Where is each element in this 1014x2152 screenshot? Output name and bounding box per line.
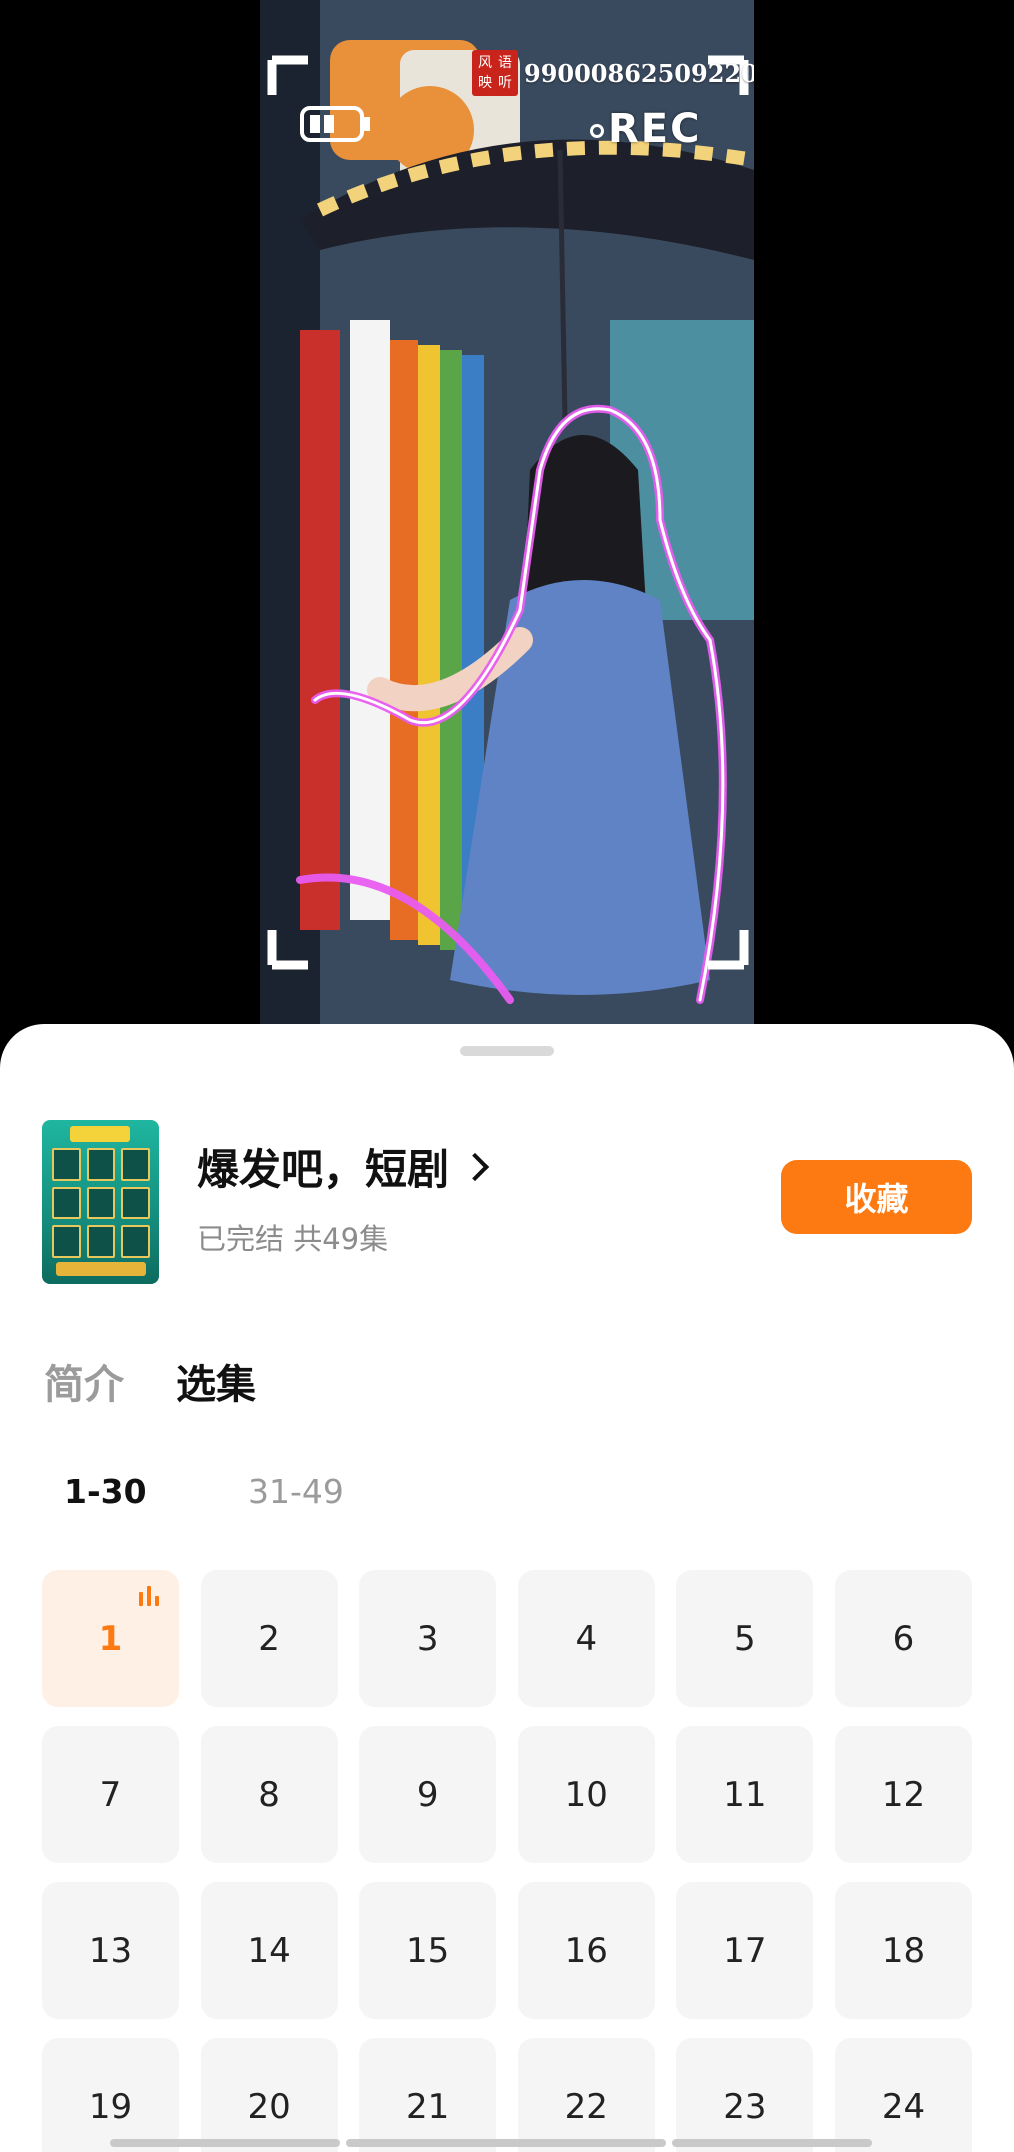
- episode-number: 23: [723, 2086, 767, 2127]
- drama-header: 爆发吧，短剧 已完结 共49集 收藏: [42, 1120, 972, 1286]
- cover-cast-grid: [52, 1148, 150, 1258]
- episode-tile[interactable]: 3: [359, 1570, 497, 1707]
- episode-tile[interactable]: 10: [517, 1726, 655, 1863]
- sheet-drag-handle[interactable]: [460, 1046, 554, 1056]
- episode-number: 19: [88, 2086, 133, 2127]
- cover-banner: [70, 1126, 130, 1142]
- episode-number: 13: [88, 1930, 133, 1971]
- episode-tile[interactable]: 12: [834, 1726, 972, 1863]
- range-1-30[interactable]: 1-30: [64, 1472, 248, 1511]
- episode-tile[interactable]: 15: [359, 1882, 497, 2019]
- episode-tile[interactable]: 21: [359, 2038, 497, 2152]
- episode-number: 16: [564, 1930, 608, 1971]
- episode-number: 12: [881, 1774, 926, 1815]
- chevron-right-icon: [460, 1152, 490, 1181]
- episode-tile[interactable]: 19: [42, 2038, 179, 2152]
- now-playing-icon: [139, 1586, 165, 1606]
- drama-cover-image[interactable]: [42, 1120, 159, 1284]
- episode-tile[interactable]: 5: [676, 1570, 814, 1707]
- episode-tile[interactable]: 11: [676, 1726, 814, 1863]
- seal-logo: 风 语 映 听: [472, 50, 518, 96]
- drama-title-link[interactable]: 爆发吧，短剧: [197, 1136, 490, 1197]
- episode-tile[interactable]: 22: [517, 2038, 655, 2152]
- episode-tile[interactable]: 16: [517, 1882, 655, 2019]
- episode-number: 14: [247, 1930, 291, 1971]
- episode-tile[interactable]: 2: [200, 1570, 338, 1707]
- episode-number: 8: [258, 1774, 280, 1815]
- rec-indicator: REC: [590, 106, 701, 152]
- drama-title: 爆发吧，短剧: [197, 1145, 450, 1194]
- episode-tile[interactable]: 18: [834, 1882, 972, 2019]
- episode-tile[interactable]: 14: [200, 1882, 338, 2019]
- video-scene: [260, 0, 754, 1025]
- episode-tile[interactable]: 17: [676, 1882, 814, 2019]
- episode-number: 20: [247, 2086, 291, 2127]
- drama-status: 已完结 共49集: [197, 1222, 389, 1256]
- episode-number: 18: [881, 1930, 926, 1971]
- episode-tile[interactable]: 4: [517, 1570, 655, 1707]
- episode-tile[interactable]: 1: [42, 1570, 179, 1707]
- episode-number: 24: [881, 2086, 926, 2127]
- favorite-button[interactable]: 收藏: [781, 1160, 972, 1234]
- record-dot-icon: [590, 124, 604, 138]
- episode-number: 15: [406, 1930, 450, 1971]
- episode-tile[interactable]: 6: [834, 1570, 972, 1707]
- channel-watermark: 风 语 映 听 9900086250922000: [472, 50, 754, 96]
- episode-sheet: 爆发吧，短剧 已完结 共49集 收藏 简介 选集 1-30 31-49 1234…: [0, 1024, 1014, 2152]
- episode-number: 22: [564, 2086, 608, 2127]
- episode-tile[interactable]: 13: [42, 1882, 179, 2019]
- video-player-area[interactable]: 风 语 映 听 9900086250922000 REC: [0, 0, 1014, 1040]
- episode-number: 17: [723, 1930, 767, 1971]
- tab-episodes[interactable]: 选集: [176, 1352, 256, 1410]
- episode-tile[interactable]: 9: [359, 1726, 497, 1863]
- episode-range-selector: 1-30 31-49: [64, 1472, 344, 1511]
- episode-number: 7: [99, 1774, 122, 1815]
- tab-intro[interactable]: 简介: [44, 1352, 124, 1410]
- sheet-tabs: 简介 选集: [44, 1352, 256, 1410]
- watermark-code: 9900086250922000: [524, 58, 754, 88]
- episode-number: 21: [406, 2086, 450, 2127]
- episode-number: 3: [416, 1618, 439, 1659]
- rec-label: REC: [608, 106, 702, 152]
- episode-number: 1: [98, 1618, 123, 1659]
- episode-tile[interactable]: 24: [834, 2038, 972, 2152]
- episode-number: 9: [416, 1774, 439, 1815]
- episode-tile[interactable]: 23: [676, 2038, 814, 2152]
- episode-tile[interactable]: 7: [42, 1726, 179, 1863]
- cover-footer: [56, 1262, 146, 1276]
- range-31-49[interactable]: 31-49: [248, 1472, 344, 1511]
- episode-number: 11: [723, 1774, 767, 1815]
- episode-tile[interactable]: 8: [200, 1726, 338, 1863]
- episode-grid: 1 2 3 4 5 6 7 8 9 10 11 12 13 14 15 16 17 18 19 20 21 22 23 24: [42, 1570, 972, 2152]
- episode-number: 2: [258, 1618, 280, 1659]
- episode-number: 5: [734, 1618, 756, 1659]
- episode-number: 4: [575, 1618, 598, 1659]
- home-indicator: [0, 2139, 1014, 2152]
- video-frame[interactable]: 风 语 映 听 9900086250922000 REC: [260, 0, 754, 1025]
- episode-tile[interactable]: 20: [200, 2038, 338, 2152]
- episode-number: 6: [892, 1618, 915, 1659]
- episode-number: 10: [564, 1774, 608, 1815]
